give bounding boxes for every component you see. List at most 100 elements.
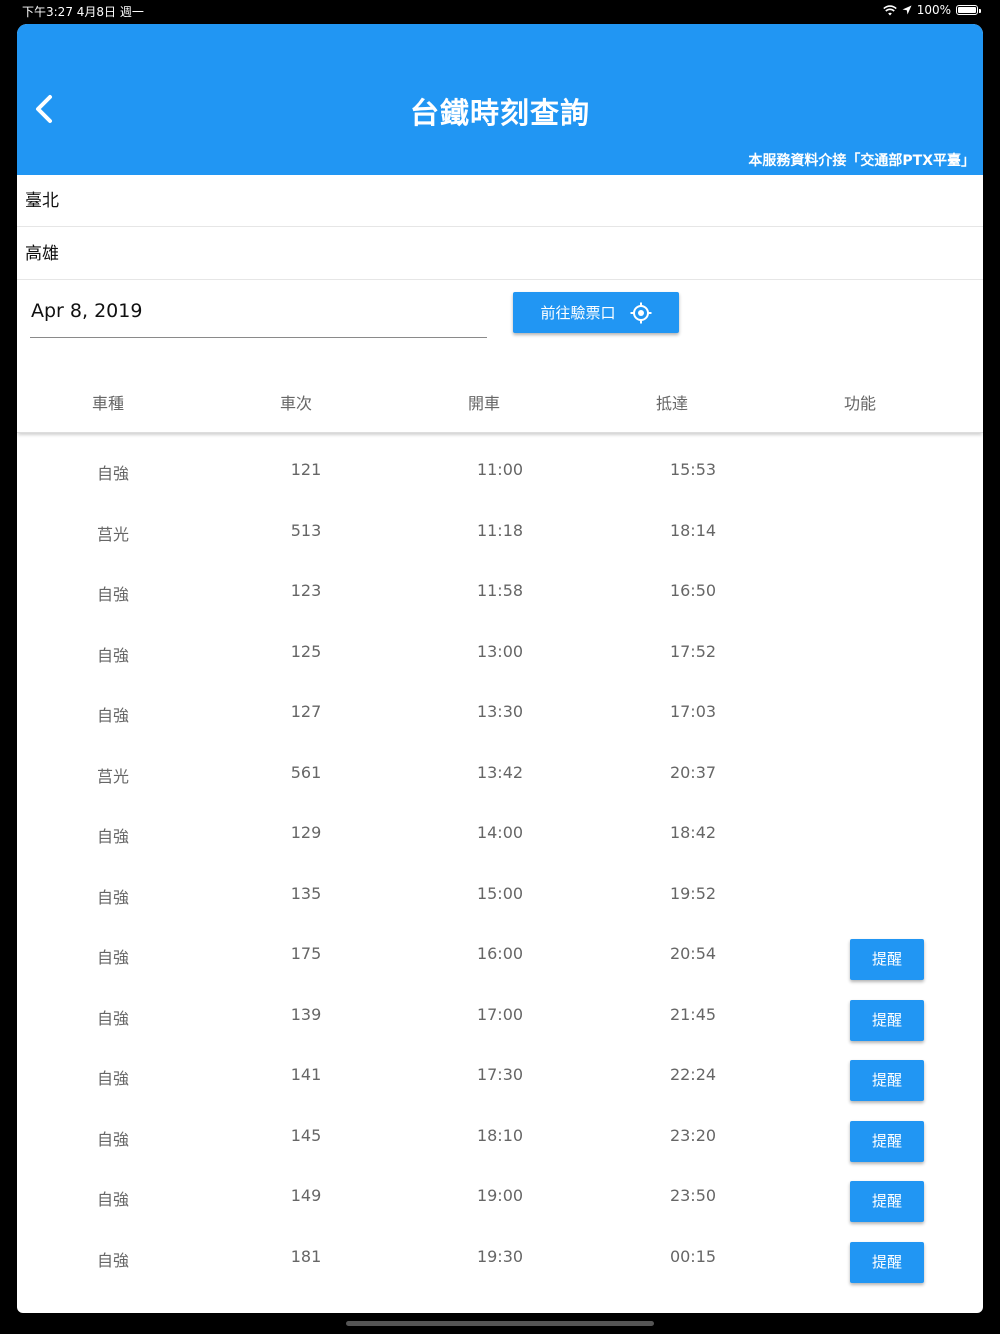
remind-button[interactable]: 提醒: [850, 1120, 924, 1162]
cell-arrive-time: 23:20: [669, 1125, 717, 1145]
cell-depart-time: 17:30: [476, 1065, 524, 1084]
cell-depart-time: 11:18: [476, 520, 524, 540]
cell-depart-time: 15:00: [476, 883, 524, 903]
table-row: 自強 121 11:00 15:53: [17, 442, 983, 503]
wifi-icon: [882, 4, 897, 15]
status-bar: 下午3:27 4月8日 週一 100%: [0, 0, 1000, 22]
cell-depart-time: 14:00: [476, 823, 524, 842]
cell-train-type: 自強: [96, 1190, 129, 1209]
cell-arrive-time: 16:50: [669, 581, 717, 600]
cell-train-number: 123: [290, 581, 322, 600]
cell-arrive-time: 17:52: [669, 641, 717, 661]
cell-train-type: 自強: [96, 1129, 129, 1149]
gps-crosshair-icon: [630, 302, 651, 323]
header-function: 功能: [843, 394, 876, 413]
header-train-type: 車種: [91, 394, 124, 413]
go-to-gate-button[interactable]: 前往驗票口: [513, 292, 679, 333]
cell-depart-time: 16:00: [476, 944, 524, 963]
date-input[interactable]: Apr 8, 2019: [30, 290, 487, 338]
cell-arrive-time: 19:52: [669, 883, 717, 903]
cell-arrive-time: 15:53: [669, 460, 717, 479]
cell-train-number: 141: [290, 1065, 322, 1084]
table-row: 莒光 561 13:42 20:37: [17, 745, 983, 806]
cell-train-type: 自強: [96, 706, 129, 725]
cell-train-type: 自強: [96, 1069, 129, 1088]
cell-train-type: 自強: [96, 887, 129, 907]
cell-train-number: 139: [290, 1004, 322, 1024]
cell-arrive-time: 21:45: [669, 1004, 717, 1024]
cell-depart-time: 18:10: [476, 1125, 524, 1145]
cell-depart-time: 13:00: [476, 641, 524, 661]
gate-button-label: 前往驗票口: [540, 304, 616, 322]
table-row: 自強 141 17:30 22:24 提醒: [17, 1047, 983, 1108]
remind-button[interactable]: 提醒: [850, 1181, 924, 1222]
cell-depart-time: 17:00: [476, 1004, 524, 1024]
location-arrow-icon: [902, 5, 912, 15]
table-row: 自強 127 13:30 17:03: [17, 684, 983, 745]
cell-train-number: 129: [290, 823, 322, 842]
battery-icon: [956, 5, 981, 15]
table-row: 自強 123 11:58 16:50: [17, 563, 983, 624]
cell-train-number: 127: [290, 702, 322, 721]
app-screen: 台鐵時刻查詢 本服務資料介接「交通部PTX平臺」 臺北 高雄 Apr 8, 20…: [17, 24, 983, 1313]
cell-train-type: 莒光: [96, 766, 129, 786]
cell-train-number: 145: [290, 1125, 322, 1145]
cell-train-number: 121: [290, 460, 322, 479]
cell-train-type: 自強: [96, 464, 129, 483]
cell-train-type: 自強: [96, 1008, 129, 1028]
table-row: 自強 145 18:10 23:20 提醒: [17, 1108, 983, 1169]
table-row: 自強 149 19:00 23:50 提醒: [17, 1168, 983, 1229]
cell-depart-time: 13:42: [476, 762, 524, 782]
remind-button[interactable]: 提醒: [850, 1060, 924, 1101]
cell-train-type: 自強: [96, 1250, 129, 1270]
cell-train-number: 561: [290, 762, 322, 782]
cell-train-type: 自強: [96, 827, 129, 846]
cell-depart-time: 11:00: [476, 460, 524, 479]
remind-button[interactable]: 提醒: [850, 999, 924, 1041]
from-station-field[interactable]: 臺北: [17, 175, 983, 227]
cell-arrive-time: 17:03: [669, 702, 717, 721]
cell-train-type: 自強: [96, 645, 129, 665]
cell-arrive-time: 22:24: [669, 1065, 717, 1084]
timetable-list: 自強 121 11:00 15:53 莒光 513 11:18 18:14 自強 123 11:58…: [17, 442, 983, 1289]
remind-button[interactable]: 提醒: [850, 1241, 924, 1283]
cell-arrive-time: 20:37: [669, 762, 717, 782]
cell-train-number: 125: [290, 641, 322, 661]
cell-arrive-time: 18:42: [669, 823, 717, 842]
cell-train-number: 135: [290, 883, 322, 903]
table-row: 自強 135 15:00 19:52: [17, 866, 983, 927]
cell-train-type: 莒光: [96, 524, 129, 544]
page-title: 台鐵時刻查詢: [409, 96, 590, 130]
cell-arrive-time: 00:15: [669, 1246, 717, 1266]
cell-train-number: 175: [290, 944, 322, 963]
status-indicators: 100%: [882, 3, 981, 17]
table-row: 自強 139 17:00 21:45 提醒: [17, 987, 983, 1048]
table-row: 自強 181 19:30 00:15 提醒: [17, 1229, 983, 1290]
battery-percent: 100%: [916, 3, 951, 17]
cell-train-number: 513: [290, 520, 322, 540]
cell-depart-time: 11:58: [476, 581, 524, 600]
home-indicator[interactable]: [346, 1321, 654, 1326]
app-bar: 台鐵時刻查詢 本服務資料介接「交通部PTX平臺」: [17, 24, 983, 175]
cell-arrive-time: 18:14: [669, 520, 717, 540]
cell-depart-time: 13:30: [476, 702, 524, 721]
header-depart: 開車: [467, 394, 500, 413]
data-source-note: 本服務資料介接「交通部PTX平臺」: [748, 153, 975, 169]
cell-arrive-time: 23:50: [669, 1186, 717, 1205]
cell-train-type: 自強: [96, 585, 129, 604]
header-train-number: 車次: [279, 394, 312, 413]
cell-train-number: 181: [290, 1246, 322, 1266]
table-row: 自強 125 13:00 17:52: [17, 624, 983, 685]
to-station-field[interactable]: 高雄: [17, 228, 983, 280]
table-row: 莒光 513 11:18 18:14: [17, 503, 983, 564]
status-time-date: 下午3:27 4月8日 週一: [22, 5, 144, 19]
table-header: 車種 車次 開車 抵達 功能: [17, 376, 983, 433]
cell-train-type: 自強: [96, 948, 129, 967]
cell-depart-time: 19:00: [476, 1186, 524, 1205]
cell-arrive-time: 20:54: [669, 944, 717, 963]
table-row: 自強 175 16:00 20:54 提醒: [17, 926, 983, 987]
remind-button[interactable]: 提醒: [850, 939, 924, 980]
cell-train-number: 149: [290, 1186, 322, 1205]
cell-depart-time: 19:30: [476, 1246, 524, 1266]
table-row: 自強 129 14:00 18:42: [17, 805, 983, 866]
